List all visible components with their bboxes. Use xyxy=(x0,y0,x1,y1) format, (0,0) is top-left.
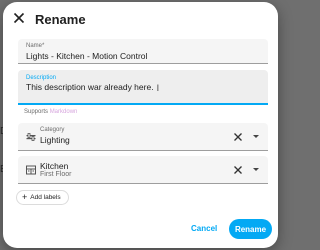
markdown-support-note: Supports Markdown xyxy=(24,109,77,115)
category-label: Category xyxy=(40,127,65,133)
supports-prefix: Supports xyxy=(24,109,50,115)
dialog-title: Rename xyxy=(35,12,86,27)
description-label: Description xyxy=(26,75,57,81)
description-value-wrap: This description war already here. I xyxy=(26,82,160,93)
close-icon[interactable] xyxy=(13,12,25,24)
area-icon xyxy=(26,165,36,175)
add-labels-button[interactable]: + Add labels xyxy=(16,190,69,205)
rename-dialog: Rename Name* Lights - Kitchen - Motion C… xyxy=(3,2,278,248)
area-floor: First Floor xyxy=(40,171,72,178)
chevron-down-icon[interactable] xyxy=(253,135,259,138)
category-value: Lighting xyxy=(40,135,70,145)
add-labels-label: Add labels xyxy=(30,194,61,201)
dialog-header: Rename xyxy=(3,2,278,34)
name-field[interactable]: Name* Lights - Kitchen - Motion Control xyxy=(18,39,268,64)
text-cursor-icon: I xyxy=(156,83,160,93)
cancel-button[interactable]: Cancel xyxy=(191,224,217,233)
rename-button[interactable]: Rename xyxy=(229,219,272,239)
clear-category-icon[interactable] xyxy=(233,132,243,142)
name-label: Name* xyxy=(26,43,45,49)
plus-icon: + xyxy=(22,192,28,202)
name-value: Lights - Kitchen - Motion Control xyxy=(26,51,148,61)
description-value: This description war already here. xyxy=(26,82,154,92)
description-field[interactable]: Description This description war already… xyxy=(18,70,268,105)
area-picker[interactable]: Kitchen First Floor xyxy=(18,156,268,184)
chevron-down-icon[interactable] xyxy=(253,168,259,171)
area-name: Kitchen xyxy=(40,161,69,171)
category-icon xyxy=(26,133,36,141)
clear-area-icon[interactable] xyxy=(233,165,243,175)
category-picker[interactable]: Category Lighting xyxy=(18,123,268,151)
markdown-link[interactable]: Markdown xyxy=(50,109,78,115)
